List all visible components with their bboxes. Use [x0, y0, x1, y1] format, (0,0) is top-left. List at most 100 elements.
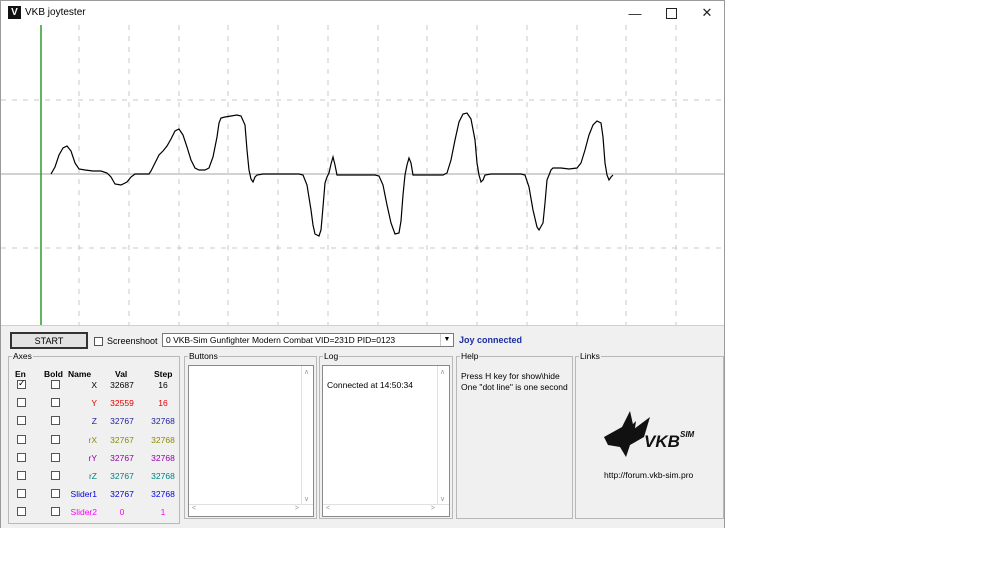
axis-name: rZ: [88, 471, 97, 481]
help-group-title: Help: [460, 351, 480, 361]
scroll-down-icon[interactable]: ∨: [440, 495, 445, 503]
chevron-down-icon[interactable]: ▼: [440, 334, 453, 346]
axis-step: 32768: [151, 471, 175, 481]
axis-step: 1: [160, 507, 166, 518]
axes-group-title: Axes: [12, 351, 33, 361]
axis-name: rX: [88, 434, 98, 445]
axis-enable-checkbox[interactable]: [17, 452, 26, 462]
help-group: Help Press H key for show\hide One "dot …: [456, 351, 573, 519]
axis-value: 32559: [110, 398, 134, 409]
axis-bold-checkbox[interactable]: [51, 434, 60, 444]
window-title: VKB joytester: [25, 7, 86, 18]
axis-enable-checkbox[interactable]: [17, 398, 26, 408]
axis-bold-checkbox[interactable]: [51, 507, 60, 517]
log-group: Log Connected at 14:50:34 ∧ ∨ < >: [319, 351, 453, 519]
log-listbox[interactable]: Connected at 14:50:34 ∧ ∨ < >: [322, 365, 450, 517]
axis-value: 32687: [110, 380, 134, 390]
axis-value: 32767: [110, 416, 134, 427]
axis-value: 32767: [110, 471, 134, 481]
axis-row-slider1: Slider1 32767 32768: [9, 487, 179, 505]
axis-enable-checkbox[interactable]: [17, 471, 26, 480]
scroll-up-icon[interactable]: ∧: [304, 368, 309, 376]
axis-bold-checkbox[interactable]: [51, 398, 60, 408]
axis-row-z: Z 32767 32768: [9, 414, 179, 432]
buttons-group: Buttons ∧ ∨ < >: [184, 351, 317, 519]
minimize-icon: —: [628, 5, 642, 21]
axis-row-ry: rY 32767 32768: [9, 451, 179, 469]
axis-value: 0: [119, 507, 125, 518]
axis-graph-canvas: [1, 25, 724, 325]
axis-enable-checkbox[interactable]: [17, 489, 26, 499]
log-horizontal-scrollbar[interactable]: < >: [323, 504, 449, 516]
log-entry: Connected at 14:50:34: [327, 380, 414, 390]
axis-step: 32768: [151, 489, 175, 500]
axis-enable-checkbox[interactable]: [17, 507, 26, 517]
help-text: Press H key for show\hide One "dot line"…: [461, 371, 568, 393]
axis-name: rY: [88, 452, 98, 463]
axis-step: 32768: [151, 434, 175, 445]
axis-name: Z: [91, 416, 97, 427]
axis-row-rx: rX 32767 32768: [9, 433, 179, 451]
vkbsim-logo[interactable]: VKB SIM: [600, 407, 700, 467]
axis-step: 32768: [151, 416, 175, 427]
minimize-button[interactable]: —: [617, 1, 653, 25]
control-panel: START Screenshoot 0 VKB-Sim Gunfighter M…: [1, 326, 724, 528]
axis-value: 32767: [110, 434, 134, 445]
maximize-button[interactable]: [653, 1, 689, 25]
start-button[interactable]: START: [10, 332, 88, 349]
buttons-listbox[interactable]: ∧ ∨ < >: [188, 365, 314, 517]
axis-bold-checkbox[interactable]: [51, 380, 60, 389]
scroll-up-icon[interactable]: ∧: [440, 368, 445, 376]
scroll-left-icon[interactable]: <: [192, 505, 196, 512]
buttons-horizontal-scrollbar[interactable]: < >: [189, 504, 313, 516]
axis-enable-checkbox[interactable]: [17, 434, 26, 444]
axis-row-y: Y 32559 16: [9, 396, 179, 414]
axis-name: Slider2: [70, 507, 97, 518]
screenshoot-label: Screenshoot: [107, 336, 158, 346]
axis-bold-checkbox[interactable]: [51, 489, 60, 499]
axis-value: 32767: [110, 489, 134, 500]
help-line-2: One "dot line" is one second: [461, 382, 568, 392]
axis-enable-checkbox[interactable]: [17, 416, 26, 426]
axis-row-x: X 32687 16: [9, 378, 179, 396]
axis-step: 32768: [151, 452, 175, 463]
close-button[interactable]: ✕: [689, 1, 725, 25]
buttons-group-title: Buttons: [188, 351, 219, 361]
axis-row-rz: rZ 32767 32768: [9, 469, 179, 487]
device-select[interactable]: 0 VKB-Sim Gunfighter Modern Combat VID=2…: [162, 333, 454, 347]
scroll-left-icon[interactable]: <: [326, 505, 330, 512]
screenshoot-checkbox[interactable]: [94, 337, 103, 346]
links-group: Links VKB SIM http://forum.vkb-sim.pro: [575, 351, 724, 519]
links-group-title: Links: [579, 351, 601, 361]
axis-graph: [1, 25, 724, 326]
log-group-title: Log: [323, 351, 340, 361]
app-window: V VKB joytester — ✕ START Screenshoot 0 …: [0, 0, 725, 528]
axis-name: X: [91, 380, 97, 390]
axes-group: Axes En Bold Name Val Step X3268716Y3255…: [8, 351, 180, 524]
axis-value: 32767: [110, 452, 134, 463]
scroll-down-icon[interactable]: ∨: [304, 495, 309, 503]
axis-bold-checkbox[interactable]: [51, 452, 60, 462]
axis-row-slider2: Slider2 0 1: [9, 505, 179, 523]
axis-step: 16: [158, 380, 168, 390]
close-icon: ✕: [701, 5, 713, 20]
scroll-right-icon[interactable]: >: [295, 505, 299, 512]
axis-step: 16: [158, 398, 168, 409]
svg-text:VKB: VKB: [644, 432, 680, 451]
axis-name: Slider1: [70, 489, 97, 500]
axis-enable-checkbox[interactable]: [17, 378, 26, 389]
forum-link[interactable]: http://forum.vkb-sim.pro: [604, 470, 693, 480]
axis-bold-checkbox[interactable]: [51, 471, 60, 480]
buttons-vertical-scrollbar[interactable]: ∧ ∨: [301, 366, 313, 516]
connection-status: Joy connected: [459, 335, 523, 345]
maximize-icon: [665, 7, 677, 19]
svg-text:SIM: SIM: [680, 430, 695, 439]
scroll-right-icon[interactable]: >: [431, 505, 435, 512]
help-line-1: Press H key for show\hide: [461, 371, 560, 381]
axis-name: Y: [91, 398, 97, 409]
title-bar[interactable]: V VKB joytester — ✕: [1, 1, 724, 25]
vkb-app-icon: V: [8, 6, 21, 19]
log-vertical-scrollbar[interactable]: ∧ ∨: [437, 366, 449, 516]
axis-bold-checkbox[interactable]: [51, 416, 60, 426]
device-select-value: 0 VKB-Sim Gunfighter Modern Combat VID=2…: [166, 335, 396, 345]
